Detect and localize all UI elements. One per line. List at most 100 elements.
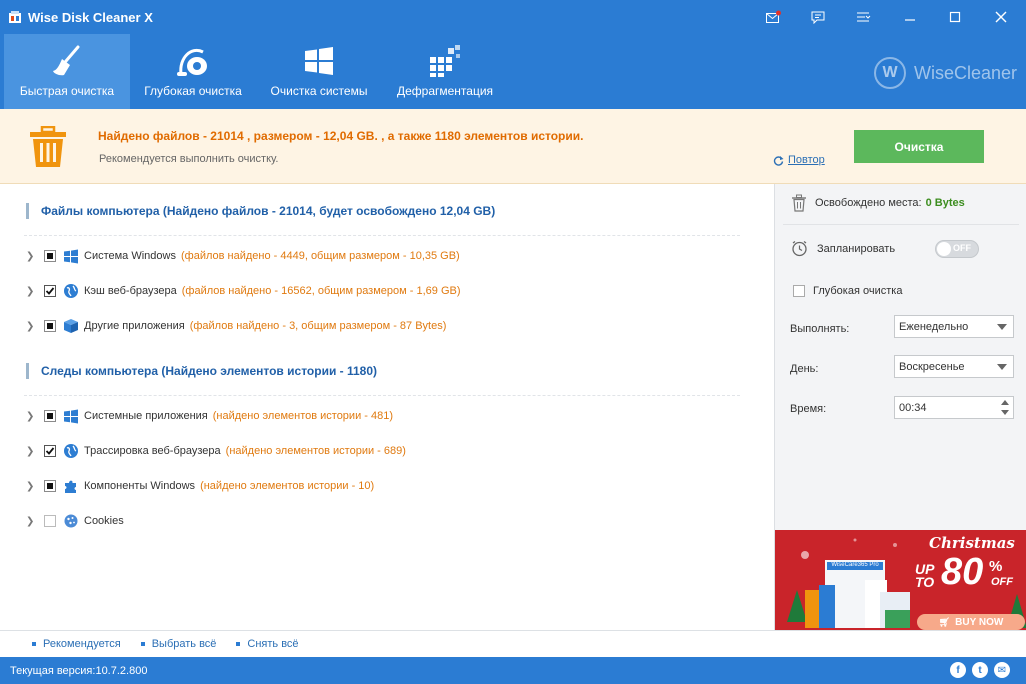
main-tabs: Быстрая очистка Глубокая очистка Очистка… [4,34,508,109]
brand-name: WiseCleaner [914,62,1018,83]
dropdown-arrow-icon [997,364,1007,370]
dropdown-arrow-icon [997,324,1007,330]
app-title: Wise Disk Cleaner X [28,10,153,25]
refresh-icon [773,155,784,166]
toggle-knob [937,242,951,256]
run-label: Выполнять: [790,323,850,335]
chevron-right-icon[interactable]: ❯ [26,411,38,422]
deselect-all-link[interactable]: Снять всё [236,638,298,650]
broom-icon [49,44,85,78]
scan-summary-banner: Найдено файлов - 21014 , размером - 12,0… [0,109,1026,184]
tab-label: Очистка системы [270,84,368,98]
cart-icon: 🛒︎ [938,616,951,627]
list-item[interactable]: ❯ Трассировка веб-браузера (найдено элем… [26,442,406,460]
section-title-traces: Следы компьютера (Найдено элементов исто… [26,363,377,379]
divider [783,224,1019,225]
chevron-right-icon[interactable]: ❯ [26,481,38,492]
recommended-link[interactable]: Рекомендуется [32,638,121,650]
tab-deep-clean[interactable]: Глубокая очистка [130,34,256,109]
chevron-right-icon[interactable]: ❯ [26,446,38,457]
wisecleaner-logo: W WiseCleaner [874,57,1017,89]
time-value: 00:34 [899,401,927,414]
deep-clean-checkbox[interactable] [793,285,805,297]
promo-percent-sign: % [989,558,1003,575]
tab-label: Дефрагментация [396,84,494,98]
freed-label: Освобождено места: [815,197,922,209]
chevron-right-icon[interactable]: ❯ [26,321,38,332]
spin-up-icon[interactable] [1001,400,1009,405]
chat-icon[interactable] [805,6,831,28]
title-bar: Wise Disk Cleaner X [0,0,1026,34]
tab-quick-clean[interactable]: Быстрая очистка [4,34,130,109]
minimize-icon[interactable] [897,6,923,28]
maximize-icon[interactable] [942,6,968,28]
list-item[interactable]: ❯ Компоненты Windows (найдено элементов … [26,477,374,495]
item-name: Компоненты Windows [84,480,196,492]
schedule-toggle[interactable]: OFF [935,240,979,258]
status-bar: Текущая версия:10.7.2.800 f t ✉ [0,657,1026,684]
summary-found-text: Найдено файлов - 21014 , размером - 12,0… [98,129,584,143]
selection-links: Рекомендуется Выбрать всё Снять всё [0,630,1026,657]
item-info: (файлов найдено - 3, общим размером - 87… [189,320,447,332]
app-header: Wise Disk Cleaner X Быстрая очистка Глуб… [0,0,1026,109]
item-name: Системные приложения [84,410,208,422]
checkbox-partial[interactable] [44,410,56,422]
spin-down-icon[interactable] [1001,410,1009,415]
select-all-link[interactable]: Выбрать всё [141,638,217,650]
item-info: (найдено элементов истории - 10) [200,480,375,492]
deep-clean-option[interactable]: Глубокая очистка [793,285,902,297]
checkbox-partial[interactable] [44,320,56,332]
menu-icon[interactable] [850,6,876,28]
tab-defrag[interactable]: Дефрагментация [382,34,508,109]
checkbox-checked[interactable] [44,445,56,457]
checkbox-checked[interactable] [44,285,56,297]
retry-link[interactable]: Повтор [773,154,825,166]
frequency-select[interactable]: Еженедельно [894,315,1014,338]
email-icon[interactable]: ✉ [994,662,1010,678]
list-item[interactable]: ❯ Другие приложения (файлов найдено - 3,… [26,317,446,335]
chevron-right-icon[interactable]: ❯ [26,516,38,527]
feedback-mail-icon[interactable] [760,6,786,28]
cookie-icon [62,512,80,530]
twitter-icon[interactable]: t [972,662,988,678]
section-title-files: Файлы компьютера (Найдено файлов - 21014… [26,203,495,219]
checkbox-partial[interactable] [44,250,56,262]
christmas-promo-banner[interactable]: Christmas WiseCare365 Pro UP TO 80 % OFF… [774,530,1026,630]
item-info: (файлов найдено - 4449, общим размером -… [180,250,460,262]
time-label: Время: [790,403,827,415]
retry-label: Повтор [788,154,825,166]
tab-system-clean[interactable]: Очистка системы [256,34,382,109]
checkbox-partial[interactable] [44,480,56,492]
box-icon [62,317,80,335]
globe-icon [62,282,80,300]
promo-title: Christmas [929,534,1015,552]
day-select[interactable]: Воскресенье [894,355,1014,378]
item-name: Система Windows [84,250,176,262]
list-item[interactable]: ❯ Системные приложения (найдено элементо… [26,407,393,425]
close-icon[interactable] [988,6,1014,28]
promo-off: OFF [991,576,1013,588]
facebook-icon[interactable]: f [950,662,966,678]
version-text: Текущая версия:10.7.2.800 [10,664,148,677]
day-value: Воскресенье [899,360,965,373]
checkbox-unchecked[interactable] [44,515,56,527]
time-spinner[interactable]: 00:34 [894,396,1014,419]
windows-icon [303,44,335,78]
divider [24,395,740,396]
clean-button[interactable]: Очистка [854,130,984,163]
alarm-clock-icon [792,240,807,257]
buy-now-button[interactable]: 🛒︎ BUY NOW [917,614,1025,630]
day-label: День: [790,363,819,375]
list-item[interactable]: ❯ Cookies [26,512,124,530]
tab-label: Быстрая очистка [19,84,115,98]
schedule-label: Запланировать [817,242,896,255]
promo-percent: 80 [941,551,984,593]
schedule-row: Запланировать [791,240,895,257]
item-name: Трассировка веб-браузера [84,445,221,457]
list-item[interactable]: ❯ Система Windows (файлов найдено - 4449… [26,247,460,265]
scan-results-panel: Файлы компьютера (Найдено файлов - 21014… [0,184,774,630]
list-item[interactable]: ❯ Кэш веб-браузера (файлов найдено - 165… [26,282,461,300]
vacuum-cleaner-icon [175,44,211,78]
chevron-right-icon[interactable]: ❯ [26,286,38,297]
chevron-right-icon[interactable]: ❯ [26,251,38,262]
